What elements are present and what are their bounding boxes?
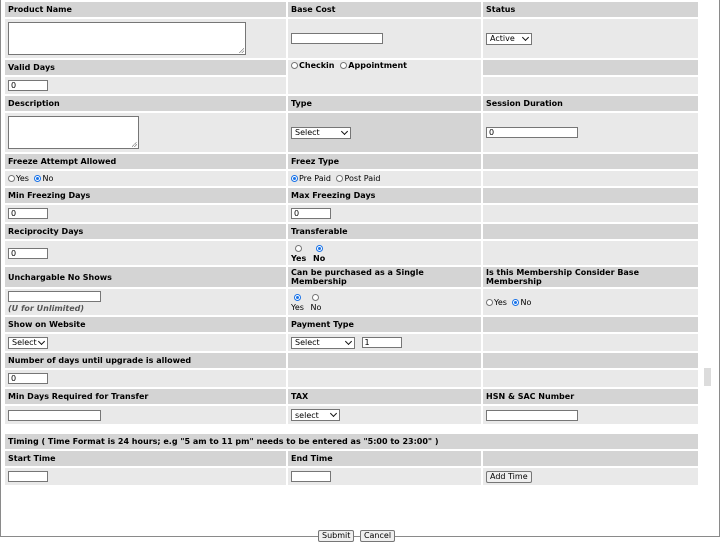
submit-button[interactable]: Submit xyxy=(318,530,355,542)
upgrade-days-label: Number of days until upgrade is allowed xyxy=(5,353,286,368)
transferable-yes-label: Yes xyxy=(291,253,307,263)
unlimited-note: (U for Unlimited) xyxy=(8,304,85,313)
valid-days-input[interactable]: 0 xyxy=(8,80,48,91)
freeze-no-label: No xyxy=(42,174,54,183)
start-time-input[interactable] xyxy=(8,471,48,482)
show-website-select-value: Select xyxy=(12,338,37,347)
unchargable-label: Unchargable No Shows xyxy=(5,267,286,287)
status-select-value: Active xyxy=(490,34,515,43)
payment-type-select-value: Select xyxy=(295,338,320,347)
payment-qty-input[interactable]: 1 xyxy=(361,337,402,348)
chevron-down-icon xyxy=(37,337,46,345)
type-label: Type xyxy=(288,96,481,111)
appointment-label: Appointment xyxy=(348,61,407,70)
base-yes-radio[interactable] xyxy=(486,298,493,306)
show-website-label: Show on Website xyxy=(5,317,286,332)
min-days-transfer-input[interactable] xyxy=(8,409,101,421)
chevron-down-icon xyxy=(344,337,353,345)
checkin-radio[interactable] xyxy=(291,62,298,69)
valid-days-label: Valid Days xyxy=(5,60,286,75)
tax-select-value: select xyxy=(295,410,319,420)
max-freezing-input[interactable]: 0 xyxy=(291,208,331,219)
transferable-no-label: No xyxy=(313,253,326,263)
min-freezing-label: Min Freezing Days xyxy=(5,188,286,203)
product-name-label: Product Name xyxy=(5,2,286,17)
payment-type-label: Payment Type xyxy=(288,317,481,332)
max-freezing-label: Max Freezing Days xyxy=(288,188,481,203)
appointment-radio[interactable] xyxy=(340,62,348,69)
freeze-attempt-label: Freeze Attempt Allowed xyxy=(5,154,286,169)
base-cost-input[interactable] xyxy=(291,33,383,44)
post-paid-radio[interactable] xyxy=(336,175,344,182)
pre-paid-radio[interactable] xyxy=(291,175,298,182)
product-name-textarea[interactable] xyxy=(8,22,246,55)
freez-type-label: Freez Type xyxy=(288,154,481,169)
add-time-button[interactable]: Add Time xyxy=(486,470,532,483)
type-select[interactable]: Select xyxy=(291,126,351,139)
post-paid-label: Post Paid xyxy=(344,174,381,183)
unchargable-input[interactable] xyxy=(8,291,101,302)
min-days-transfer-label: Min Days Required for Transfer xyxy=(5,389,286,404)
chevron-down-icon xyxy=(340,127,349,135)
session-duration-input[interactable]: 0 xyxy=(486,127,578,138)
single-yes-label: Yes xyxy=(291,302,304,312)
base-yes-label: Yes xyxy=(494,297,507,307)
start-time-label: Start Time xyxy=(5,451,286,466)
reciprocity-input[interactable]: 0 xyxy=(8,247,48,259)
chevron-down-icon xyxy=(329,409,338,418)
description-label: Description xyxy=(5,96,286,111)
checkin-label: Checkin xyxy=(299,61,335,70)
freeze-yes-radio[interactable] xyxy=(8,175,15,182)
freeze-yes-label: Yes xyxy=(16,174,29,183)
tax-select[interactable]: select xyxy=(291,409,340,421)
transferable-label: Transferable xyxy=(288,224,481,239)
end-time-input[interactable] xyxy=(291,471,331,482)
membership-form: Product Name Base Cost Status Active Val… xyxy=(3,0,700,487)
min-freezing-input[interactable]: 0 xyxy=(8,208,48,219)
show-website-select[interactable]: Select xyxy=(8,336,48,349)
transferable-no-radio[interactable] xyxy=(315,244,323,252)
single-yes-radio[interactable] xyxy=(293,293,301,301)
status-select[interactable]: Active xyxy=(486,32,532,45)
reciprocity-label: Reciprocity Days xyxy=(5,224,286,239)
status-label: Status xyxy=(483,2,698,17)
freeze-no-radio[interactable] xyxy=(34,175,42,182)
session-duration-label: Session Duration xyxy=(483,96,698,111)
base-no-radio[interactable] xyxy=(512,298,520,306)
end-time-label: End Time xyxy=(288,451,481,466)
resize-grip-icon[interactable] xyxy=(132,142,137,147)
timing-header: Timing ( Time Format is 24 hours; e.g "5… xyxy=(5,434,698,449)
upgrade-days-input[interactable]: 0 xyxy=(8,373,48,384)
payment-type-select[interactable]: Select xyxy=(291,336,355,349)
cancel-button[interactable]: Cancel xyxy=(359,530,396,542)
form-actions: Submit Cancel xyxy=(318,530,398,542)
pre-paid-label: Pre Paid xyxy=(299,174,331,183)
single-membership-label: Can be purchased as a Single Membership xyxy=(288,267,481,287)
tax-label: TAX xyxy=(288,389,481,404)
single-no-label: No xyxy=(310,302,322,312)
type-select-value: Select xyxy=(295,128,320,137)
base-no-label: No xyxy=(520,297,532,307)
base-cost-label: Base Cost xyxy=(288,2,481,17)
single-no-radio[interactable] xyxy=(312,293,320,301)
hsn-label: HSN & SAC Number xyxy=(483,389,698,404)
base-membership-label: Is this Membership Consider Base Members… xyxy=(483,267,698,287)
scrollbar-thumb[interactable] xyxy=(704,368,711,386)
hsn-input[interactable] xyxy=(486,409,578,421)
resize-grip-icon[interactable] xyxy=(239,48,244,53)
chevron-down-icon xyxy=(521,33,530,41)
description-textarea[interactable] xyxy=(8,116,139,149)
transferable-yes-radio[interactable] xyxy=(295,244,303,252)
